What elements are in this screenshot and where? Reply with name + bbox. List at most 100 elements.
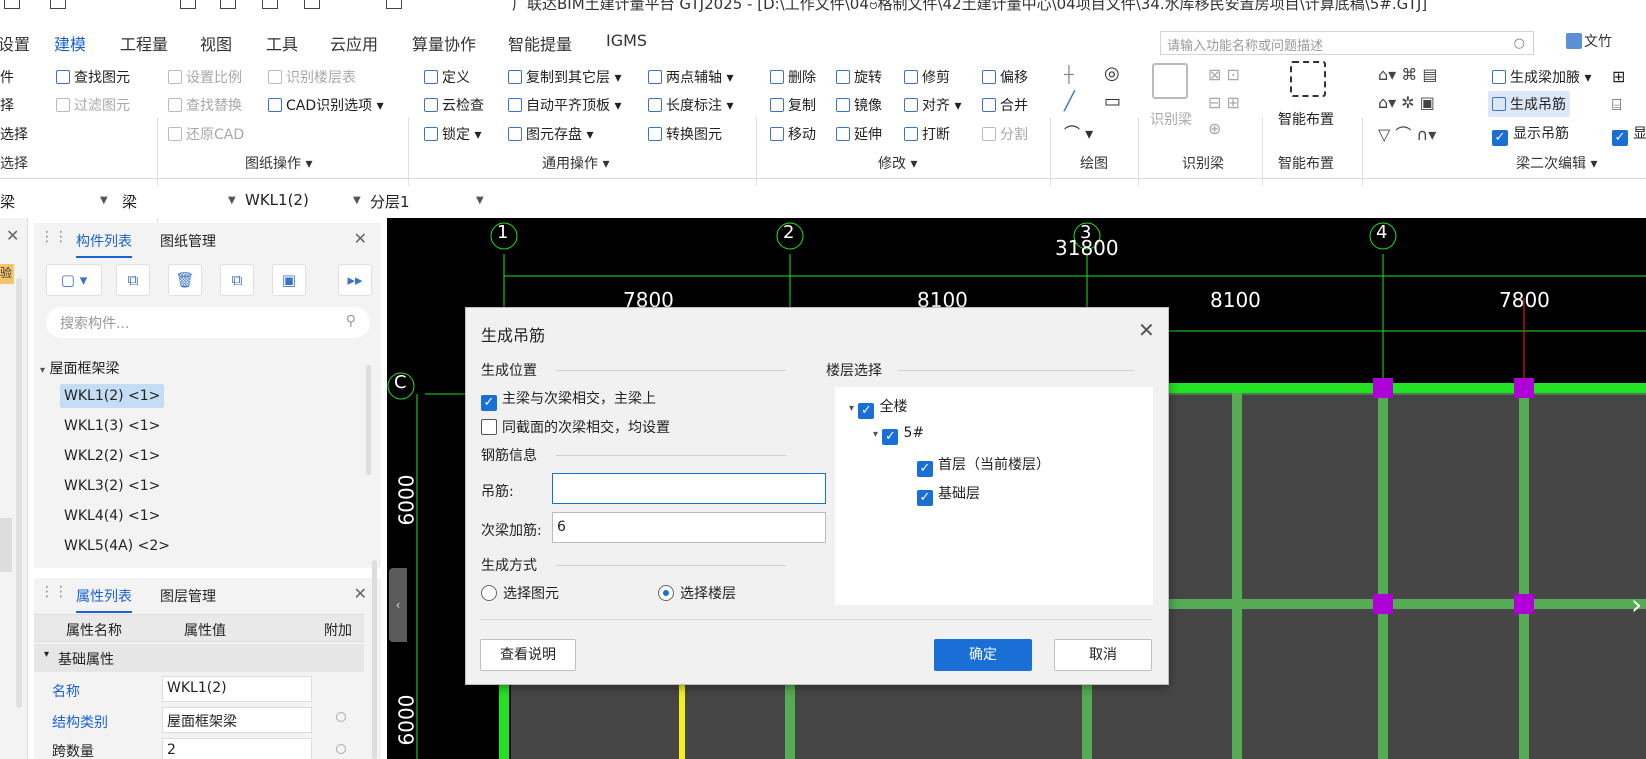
group-secondary-label[interactable]: 梁二次编辑 ▾ xyxy=(1516,153,1597,173)
rec-tool-icon-1[interactable]: ⊠ ⊡ xyxy=(1208,65,1240,84)
tab-layer-manage[interactable]: 图层管理 xyxy=(160,586,216,606)
show-hanger-checkbox[interactable]: ✓ 显示吊筋 xyxy=(1492,123,1569,146)
print-icon[interactable] xyxy=(386,0,402,9)
layout2-icon[interactable] xyxy=(262,0,278,9)
arc-icon[interactable]: ⌒ ▾ xyxy=(1064,120,1093,144)
floor-node-foundation[interactable]: ✓ 基础层 xyxy=(917,483,980,506)
component-scrollbar[interactable] xyxy=(366,365,371,475)
extra-tool-icon-2[interactable]: ⌸ xyxy=(1612,95,1622,115)
drag-handle-icon[interactable]: ⋮⋮ xyxy=(40,229,68,245)
view-help-button[interactable]: 查看说明 xyxy=(480,639,576,671)
property-scrollbar[interactable] xyxy=(372,560,377,759)
layout-icon[interactable] xyxy=(220,0,236,9)
mirror-button[interactable]: 镜像 xyxy=(836,95,882,115)
extra-tool-icon[interactable]: ⊞ xyxy=(1612,67,1625,86)
category-select[interactable]: 梁 ▼ xyxy=(0,191,108,212)
menu-cloud[interactable]: 云应用 xyxy=(330,31,378,55)
layer-select[interactable]: 分层1 ▼ xyxy=(370,191,484,212)
rec-tool-icon-3[interactable]: ⊕ xyxy=(1208,119,1221,138)
extra-bar-input[interactable]: 6 xyxy=(552,512,826,543)
rotate-button[interactable]: 旋转 xyxy=(836,67,882,87)
tree-group-roof-frame-beam[interactable]: ▾ 屋面框架梁 xyxy=(40,358,119,378)
open-icon[interactable] xyxy=(4,0,20,9)
merge-button[interactable]: 合并 xyxy=(982,95,1028,115)
tab-property-list[interactable]: 属性列表 xyxy=(76,586,132,613)
expand-button[interactable]: ▸▸ xyxy=(338,264,372,296)
user-button[interactable]: 文竹 xyxy=(1566,31,1612,51)
component-store-button[interactable]: ▣ xyxy=(272,264,306,296)
new-component-button[interactable]: ▢ ▾ xyxy=(46,264,102,296)
element-save-button[interactable]: 图元存盘 ▾ xyxy=(508,124,593,144)
cad-options-button[interactable]: CAD识别选项 ▾ xyxy=(268,95,384,115)
tree-item-wkl5-4a[interactable]: WKL5(4A) <2> xyxy=(64,538,170,554)
set-scale-button[interactable]: 设置比例 xyxy=(168,67,242,87)
align-button[interactable]: 对齐 ▾ xyxy=(904,95,961,115)
mode-select-floor-radio[interactable]: 选择楼层 xyxy=(658,583,736,603)
search-icon[interactable]: ○ xyxy=(1514,36,1525,51)
sum-icon[interactable] xyxy=(180,0,196,9)
menu-quantity[interactable]: 工程量 xyxy=(120,31,168,55)
prop-extra-radio[interactable] xyxy=(336,712,346,722)
delete-button[interactable]: 删除 xyxy=(770,67,816,87)
two-point-axis-button[interactable]: 两点辅轴 ▾ xyxy=(648,67,733,87)
tree-item-wkl3-2[interactable]: WKL3(2) <1> xyxy=(64,478,160,494)
menu-igms[interactable]: IGMS xyxy=(606,31,647,50)
cloud-check-button[interactable]: 云检查 xyxy=(424,95,484,115)
group-drawing-ops-label[interactable]: 图纸操作 ▾ xyxy=(245,153,312,173)
smart-layout-button[interactable]: 智能布置 xyxy=(1278,109,1334,129)
close-icon[interactable]: ✕ xyxy=(354,584,367,603)
group-common-ops-label[interactable]: 通用操作 ▾ xyxy=(542,153,609,173)
recognize-floor-table-button[interactable]: 识别楼层表 xyxy=(268,67,356,87)
drag-handle-icon[interactable]: ⋮⋮ xyxy=(40,584,68,600)
delete-component-button[interactable]: 🗑︎ xyxy=(168,264,202,296)
extend-button[interactable]: 延伸 xyxy=(836,124,882,144)
define-button[interactable]: 定义 xyxy=(424,67,470,87)
group-modify-label[interactable]: 修改 ▾ xyxy=(878,153,917,173)
tab-component-list[interactable]: 构件列表 xyxy=(76,231,132,258)
property-group-basic[interactable]: ▾ 基础属性 xyxy=(34,644,364,672)
rect-icon[interactable]: ▭ xyxy=(1104,91,1121,112)
smart-layout-big-icon[interactable] xyxy=(1290,61,1326,97)
recognize-beam-button[interactable]: 识别梁 xyxy=(1150,109,1192,129)
auto-align-slab-button[interactable]: 自动平齐顶板 ▾ xyxy=(508,95,621,115)
menu-settings[interactable]: 设置 xyxy=(0,31,30,55)
prop-name-value[interactable]: WKL1(2) xyxy=(162,676,312,702)
select-item-1[interactable]: 择 xyxy=(0,95,14,115)
option-same-section-checkbox[interactable]: 同截面的次梁相交，均设置 xyxy=(481,417,670,437)
copy-component-button[interactable]: ⧉ xyxy=(116,264,150,296)
menu-collab[interactable]: 算量协作 xyxy=(412,31,476,55)
option-main-beam-checkbox[interactable]: ✓ 主梁与次梁相交，主梁上 xyxy=(481,388,656,411)
prop-struct-value[interactable]: 屋面框架梁 xyxy=(162,707,312,733)
length-dim-button[interactable]: 长度标注 ▾ xyxy=(648,95,733,115)
close-icon[interactable]: ✕ xyxy=(354,229,367,248)
rec-tool-icon-2[interactable]: ⊟ ⊞ xyxy=(1208,93,1240,112)
menu-tools[interactable]: 工具 xyxy=(266,31,298,55)
convert-element-button[interactable]: 转换图元 xyxy=(648,124,722,144)
beam-tool-icons-1[interactable]: ⌂▾ ⌘ ▤ xyxy=(1378,65,1437,84)
tree-item-wkl4-4[interactable]: WKL4(4) <1> xyxy=(64,508,160,524)
gen-hanger-button[interactable]: 生成吊筋 xyxy=(1488,91,1570,117)
layer-copy-button[interactable]: ⧉ xyxy=(220,264,254,296)
menu-view[interactable]: 视图 xyxy=(200,31,232,55)
split-button[interactable]: 分割 xyxy=(982,124,1028,144)
prop-span-value[interactable]: 2 xyxy=(162,738,312,759)
tree-item-wkl1-2[interactable]: WKL1(2) <1> xyxy=(60,384,165,408)
type-select[interactable]: 梁 ▼ xyxy=(122,191,236,212)
point-icon[interactable]: ┼ xyxy=(1064,65,1074,84)
menu-modeling[interactable]: 建模 xyxy=(54,31,87,60)
recognize-beam-big-icon[interactable] xyxy=(1152,63,1188,99)
cancel-button[interactable]: 取消 xyxy=(1054,639,1152,671)
trim-button[interactable]: 修剪 xyxy=(904,67,950,87)
floor-node-all[interactable]: ▾ ✓ 全楼 xyxy=(849,396,907,419)
ok-button[interactable]: 确定 xyxy=(934,639,1032,671)
left-edge-scrollbar[interactable] xyxy=(16,278,22,708)
beam-tool-icons-2[interactable]: ⌂▾ ✲ ▣ xyxy=(1378,93,1435,112)
hanger-input[interactable] xyxy=(552,473,826,504)
tree-item-wkl2-2[interactable]: WKL2(2) <1> xyxy=(64,448,160,464)
mode-select-element-radio[interactable]: 选择图元 xyxy=(481,583,559,603)
circle-icon[interactable]: ◎ xyxy=(1104,63,1120,84)
tab-drawing-manage[interactable]: 图纸管理 xyxy=(160,231,216,251)
line-icon[interactable]: ╱ xyxy=(1064,91,1075,112)
show-other-checkbox[interactable]: ✓ 显 xyxy=(1612,123,1646,146)
copy-to-floor-button[interactable]: 复制到其它层 ▾ xyxy=(508,67,621,87)
